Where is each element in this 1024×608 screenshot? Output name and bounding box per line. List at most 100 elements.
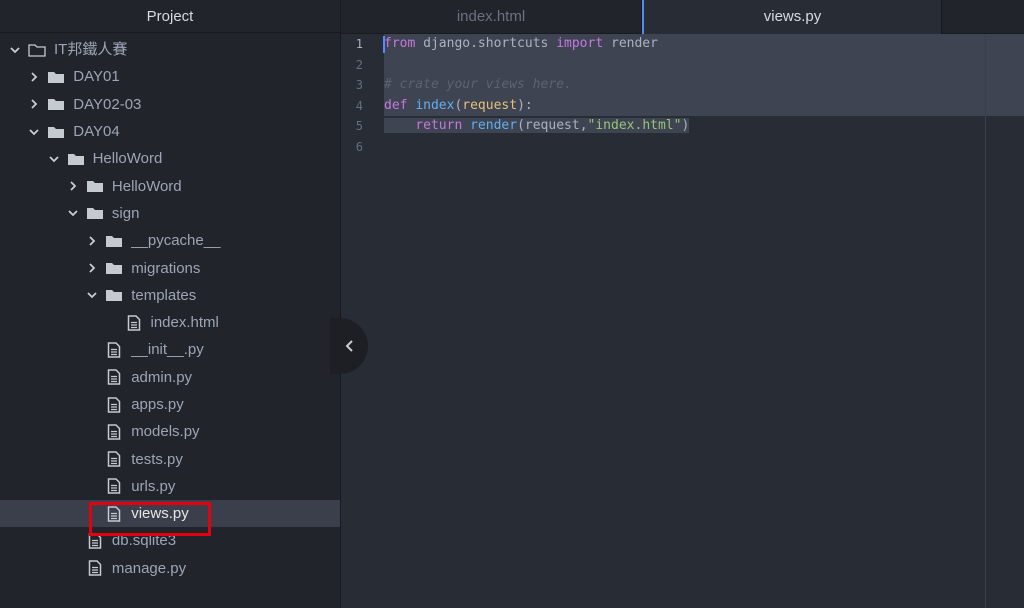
tree-item-label: migrations — [131, 259, 201, 277]
chevron-right-icon[interactable] — [85, 234, 99, 248]
code-token: import — [556, 36, 604, 51]
tree-file-item[interactable]: models.py — [0, 418, 340, 445]
tree-item-label: __init__.py — [131, 341, 204, 359]
chevron-left-icon — [345, 340, 353, 352]
line-number: 5 — [355, 119, 363, 133]
tree-item-label: apps.py — [131, 396, 184, 413]
code-editor[interactable]: 1 2 3 4 5 6 from django.shortcuts import rend… — [341, 34, 1024, 608]
folder-open-icon — [28, 42, 46, 58]
code-line-content: def index(request): — [384, 97, 533, 113]
tree-item-label: HelloWord — [92, 150, 163, 168]
chevron-right-icon[interactable] — [27, 97, 41, 111]
tree-item-label: tests.py — [131, 450, 183, 468]
tree-item-label: templates — [131, 286, 197, 304]
tree-folder-item[interactable]: HelloWord — [0, 172, 340, 199]
code-line[interactable] — [384, 137, 1024, 158]
tree-item-label: DAY04 — [73, 123, 120, 141]
chevron-right-icon[interactable] — [66, 179, 80, 193]
file-icon — [125, 314, 143, 331]
file-tree: IT邦鐵人賽 DAY01 DAY02-03 DAY04 HelloWord HelloWo… — [0, 36, 340, 582]
tree-file-item[interactable]: apps.py — [0, 391, 340, 418]
file-icon — [105, 396, 123, 413]
tree-folder-item[interactable]: HelloWord — [0, 145, 340, 172]
tree-item-label: sign — [111, 204, 140, 222]
file-icon — [105, 424, 123, 440]
tree-item-label: views.py — [131, 505, 189, 523]
code-token: from — [384, 36, 416, 51]
code-line-content: return render(request,"index.html") — [384, 118, 690, 133]
tree-folder-item[interactable]: sign — [0, 200, 340, 227]
tree-file-item[interactable]: admin.py — [0, 364, 340, 391]
file-icon — [105, 451, 123, 467]
code-line[interactable]: def index(request): — [384, 95, 1024, 116]
line-number: 2 — [355, 57, 363, 72]
code-line[interactable]: # crate your views here. — [384, 75, 1024, 96]
tree-folder-item[interactable]: migrations — [0, 254, 340, 281]
chevron-down-icon[interactable] — [8, 43, 22, 57]
tree-item-label: index.html — [150, 314, 219, 332]
tree-item-label: urls.py — [131, 477, 176, 495]
file-icon — [105, 369, 123, 385]
chevron-down-icon[interactable] — [47, 152, 61, 166]
chevron-down-icon[interactable] — [27, 125, 41, 139]
tree-folder-item[interactable]: DAY04 — [0, 118, 340, 145]
code-line-content: # crate your views here. — [384, 77, 572, 92]
code-token: ) — [681, 118, 690, 133]
chevron-right-icon[interactable] — [27, 70, 41, 84]
tree-file-item[interactable]: index.html — [0, 309, 340, 336]
tab-bar: index.html views.py — [341, 0, 1024, 34]
tree-item-label: admin.py — [131, 368, 193, 386]
tree-file-item[interactable]: __init__.py — [0, 336, 340, 363]
tree-folder-item[interactable]: templates — [0, 282, 340, 309]
line-number: 4 — [355, 98, 363, 113]
folder-icon — [86, 178, 104, 194]
code-token: (request, — [517, 118, 588, 133]
tree-file-item[interactable]: urls.py — [0, 473, 340, 500]
line-number: 3 — [355, 78, 363, 92]
code-token: index — [415, 97, 455, 113]
project-sidebar: Project IT邦鐵人賽 DAY01 DAY02-03 DAY04 HelloWor… — [0, 0, 341, 608]
line-number: 1 — [355, 37, 363, 51]
tree-folder-item[interactable]: __pycache__ — [0, 227, 340, 254]
code-token: return — [415, 118, 463, 133]
tab-index-html[interactable]: index.html — [341, 0, 642, 34]
tree-folder-item[interactable]: DAY01 — [0, 63, 340, 90]
tree-folder-item[interactable]: IT邦鐵人賽 — [0, 36, 340, 63]
chevron-down-icon[interactable] — [66, 206, 80, 220]
tree-file-item[interactable]: db.sqlite3 — [0, 527, 340, 554]
folder-icon — [67, 151, 85, 167]
tree-item-label: IT邦鐵人賽 — [54, 41, 128, 59]
tree-item-label: HelloWord — [111, 177, 182, 195]
tree-item-label: models.py — [131, 423, 200, 441]
tree-file-item[interactable]: tests.py — [0, 445, 340, 472]
tab-views-py[interactable]: views.py — [642, 0, 942, 34]
chevron-down-icon[interactable] — [85, 288, 99, 302]
tree-file-item[interactable]: views.py — [0, 500, 340, 528]
tree-item-label: manage.py — [111, 559, 187, 577]
code-area[interactable]: from django.shortcuts import render # cra… — [384, 34, 1024, 157]
code-token: def — [384, 97, 408, 113]
text-cursor — [383, 36, 385, 53]
tree-file-item[interactable]: manage.py — [0, 555, 340, 582]
file-icon — [105, 342, 123, 358]
tree-folder-item[interactable]: DAY02-03 — [0, 91, 340, 118]
folder-icon — [105, 287, 123, 303]
code-token: render — [470, 118, 518, 133]
code-token: ): — [517, 97, 533, 113]
folder-icon — [105, 260, 123, 276]
tree-item-label: DAY01 — [73, 68, 120, 86]
code-line[interactable]: from django.shortcuts import render — [384, 34, 1024, 55]
tab-bar-empty — [942, 0, 1024, 33]
code-line[interactable] — [384, 54, 1024, 75]
code-line-content: from django.shortcuts import render — [384, 36, 658, 51]
wrap-guide — [985, 34, 986, 608]
code-token: request — [462, 97, 518, 113]
file-icon — [86, 560, 104, 577]
sidebar-title: Project — [0, 0, 340, 33]
code-token: render — [603, 36, 658, 51]
code-line[interactable]: return render(request,"index.html") — [384, 116, 1024, 137]
chevron-right-icon[interactable] — [85, 261, 99, 275]
code-token: django.shortcuts — [415, 36, 557, 51]
line-number: 6 — [355, 139, 363, 154]
